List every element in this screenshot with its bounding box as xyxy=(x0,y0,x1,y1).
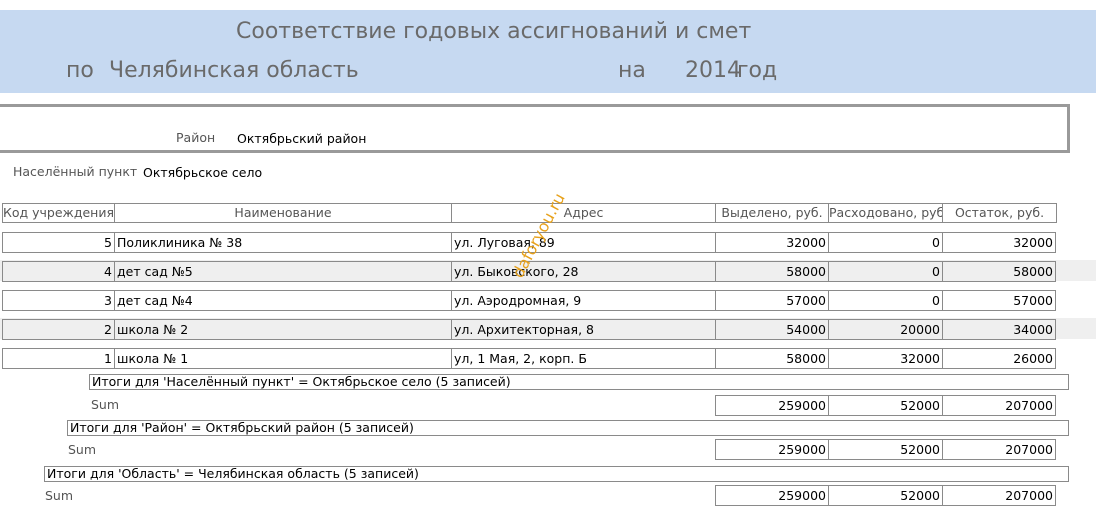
address-cell: ул, 1 Мая, 2, корп. Б xyxy=(451,348,716,369)
region-name: Челябинская область xyxy=(109,58,359,83)
locality-value: Октябрьское село xyxy=(143,165,263,180)
address-cell: ул. Быковского, 28 xyxy=(451,261,716,282)
name-cell: школа № 2 xyxy=(114,319,452,340)
by-label: по xyxy=(66,58,94,83)
column-header-balance: Остаток, руб. xyxy=(942,203,1057,223)
address-cell: ул. Луговая, 89 xyxy=(451,232,716,253)
code-cell: 1 xyxy=(2,348,115,369)
column-header-spent: Расходовано, руб xyxy=(828,203,943,223)
district-sum-spent: 52000 xyxy=(828,439,943,460)
table-row: 4 дет сад №5 ул. Быковского, 28 58000 0 … xyxy=(0,261,1096,282)
spent-cell: 32000 xyxy=(828,348,943,369)
oblast-sum-allocated: 259000 xyxy=(715,485,829,506)
table-row: 3 дет сад №4 ул. Аэродромная, 9 57000 0 … xyxy=(0,290,1096,311)
allocated-cell: 58000 xyxy=(715,261,829,282)
district-label: Район xyxy=(176,130,216,145)
oblast-sum-label: Sum xyxy=(45,488,74,503)
balance-cell: 26000 xyxy=(942,348,1056,369)
name-cell: дет сад №5 xyxy=(114,261,452,282)
report-title: Соответствие годовых ассигнований и смет xyxy=(236,19,752,44)
code-cell: 5 xyxy=(2,232,115,253)
allocated-cell: 58000 xyxy=(715,348,829,369)
column-header-code: Код учреждения xyxy=(2,203,115,223)
column-header-address: Адрес xyxy=(451,203,716,223)
oblast-sum-balance: 207000 xyxy=(942,485,1056,506)
balance-cell: 57000 xyxy=(942,290,1056,311)
allocated-cell: 57000 xyxy=(715,290,829,311)
year-unit: год xyxy=(737,58,778,83)
district-value: Октябрьский район xyxy=(237,131,367,146)
district-totals-caption: Итоги для 'Район' = Октябрьский район (5… xyxy=(67,420,1069,436)
district-section xyxy=(0,104,1070,153)
address-cell: ул. Аэродромная, 9 xyxy=(451,290,716,311)
table-row: 1 школа № 1 ул, 1 Мая, 2, корп. Б 58000 … xyxy=(0,348,1096,369)
district-sum-label: Sum xyxy=(68,442,97,457)
address-cell: ул. Архитекторная, 8 xyxy=(451,319,716,340)
column-header-name: Наименование xyxy=(114,203,452,223)
district-sum-allocated: 259000 xyxy=(715,439,829,460)
code-cell: 4 xyxy=(2,261,115,282)
spent-cell: 0 xyxy=(828,261,943,282)
balance-cell: 34000 xyxy=(942,319,1056,340)
balance-cell: 32000 xyxy=(942,232,1056,253)
locality-label: Населённый пункт xyxy=(13,164,138,179)
column-header-allocated: Выделено, руб. xyxy=(715,203,829,223)
table-row: 2 школа № 2 ул. Архитекторная, 8 54000 2… xyxy=(0,319,1096,340)
oblast-totals-caption: Итоги для 'Область' = Челябинская област… xyxy=(44,466,1069,482)
locality-sum-label: Sum xyxy=(91,397,120,412)
name-cell: школа № 1 xyxy=(114,348,452,369)
locality-sum-balance: 207000 xyxy=(942,395,1056,416)
oblast-sum-spent: 52000 xyxy=(828,485,943,506)
locality-sum-spent: 52000 xyxy=(828,395,943,416)
spent-cell: 20000 xyxy=(828,319,943,340)
code-cell: 2 xyxy=(2,319,115,340)
district-sum-balance: 207000 xyxy=(942,439,1056,460)
code-cell: 3 xyxy=(2,290,115,311)
year-value: 2014 xyxy=(685,58,741,83)
name-cell: Поликлиника № 38 xyxy=(114,232,452,253)
spent-cell: 0 xyxy=(828,290,943,311)
balance-cell: 58000 xyxy=(942,261,1056,282)
locality-totals-caption: Итоги для 'Населённый пункт' = Октябрьск… xyxy=(89,374,1069,390)
locality-sum-allocated: 259000 xyxy=(715,395,829,416)
allocated-cell: 54000 xyxy=(715,319,829,340)
spent-cell: 0 xyxy=(828,232,943,253)
name-cell: дет сад №4 xyxy=(114,290,452,311)
on-label: на xyxy=(618,58,646,83)
allocated-cell: 32000 xyxy=(715,232,829,253)
